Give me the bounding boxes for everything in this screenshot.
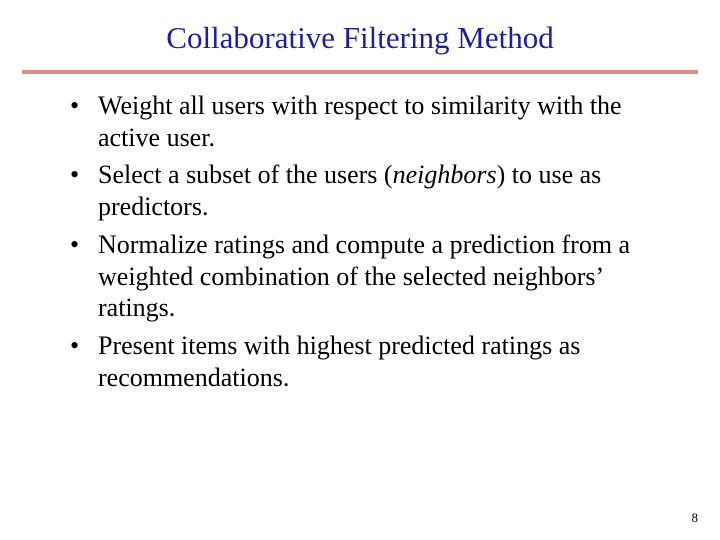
- bullet-text-pre: Present items with highest predicted rat…: [98, 331, 580, 392]
- page-number: 8: [692, 510, 699, 526]
- bullet-text-pre: Weight all users with respect to similar…: [98, 91, 622, 152]
- slide-title: Collaborative Filtering Method: [0, 0, 720, 70]
- title-divider: [22, 70, 698, 74]
- slide-content: Weight all users with respect to similar…: [0, 90, 720, 393]
- bullet-text-pre: Normalize ratings and compute a predicti…: [98, 230, 630, 322]
- bullet-list: Weight all users with respect to similar…: [70, 90, 660, 393]
- slide: { "title": "Collaborative Filtering Meth…: [0, 0, 720, 540]
- list-item: Weight all users with respect to similar…: [70, 90, 660, 153]
- bullet-text-pre: Select a subset of the users (: [98, 160, 393, 189]
- list-item: Select a subset of the users (neighbors)…: [70, 159, 660, 222]
- bullet-text-ital: neighbors: [393, 160, 497, 189]
- list-item: Normalize ratings and compute a predicti…: [70, 229, 660, 324]
- list-item: Present items with highest predicted rat…: [70, 330, 660, 393]
